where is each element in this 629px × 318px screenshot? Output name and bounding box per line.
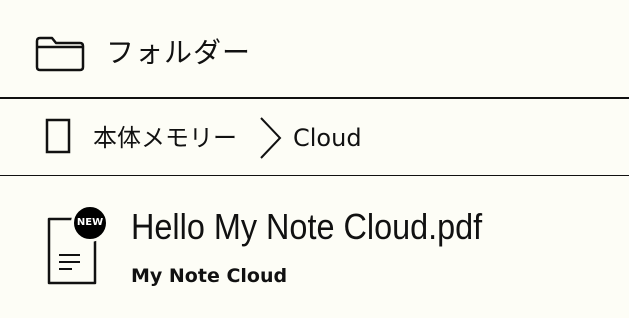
breadcrumb-current[interactable]: Cloud <box>293 121 362 155</box>
file-list-item[interactable]: NEW Hello My Note Cloud.pdf My Note Clou… <box>0 177 629 318</box>
breadcrumb: 本体メモリー Cloud <box>0 99 629 176</box>
breadcrumb-root[interactable]: 本体メモリー <box>93 121 237 155</box>
folder-icon <box>35 36 85 72</box>
folder-header: フォルダー <box>0 0 629 99</box>
chevron-right-icon <box>260 117 282 159</box>
page-title: フォルダー <box>106 36 252 69</box>
new-badge: NEW <box>71 204 109 242</box>
device-icon <box>45 118 71 154</box>
file-location: My Note Cloud <box>131 265 288 287</box>
file-name: Hello My Note Cloud.pdf <box>131 206 483 247</box>
